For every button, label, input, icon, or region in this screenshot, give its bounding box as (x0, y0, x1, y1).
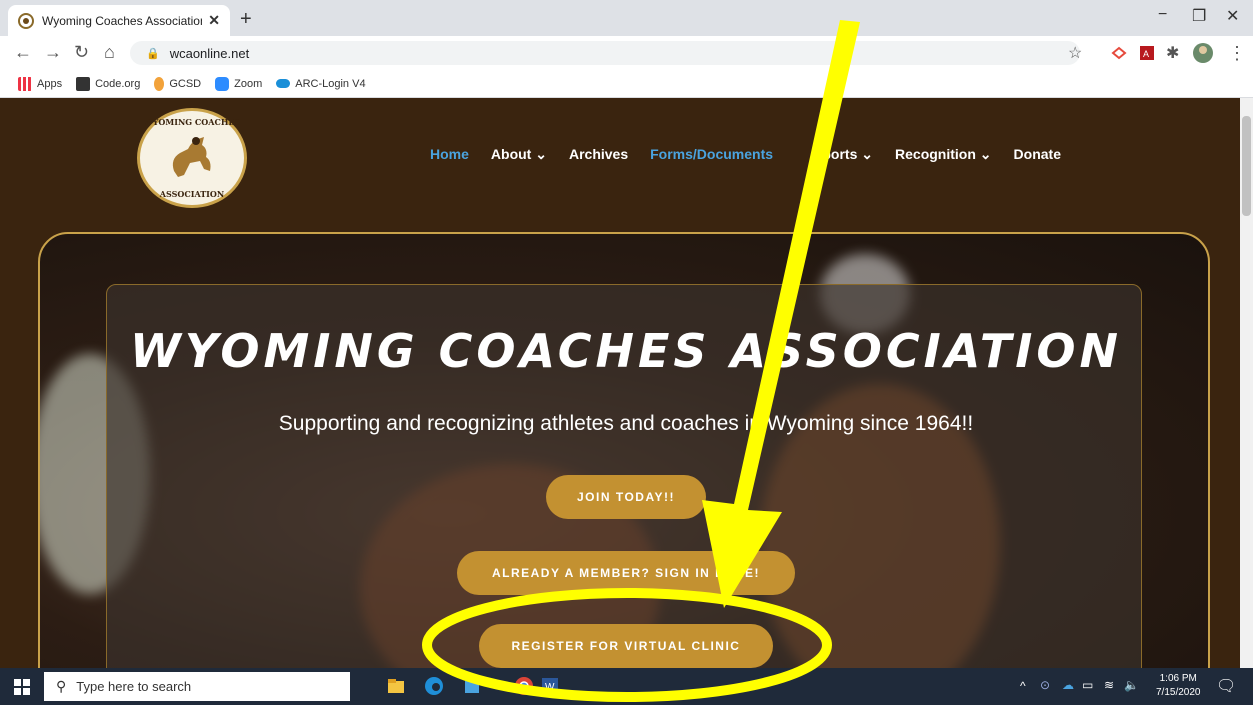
hero-title: WYOMING COACHES ASSOCIATION (129, 324, 1123, 378)
main-nav: Home About ⌄ Archives Forms/Documents Sp… (430, 146, 1083, 163)
menu-kebab-icon[interactable]: ⋮ (1228, 43, 1246, 64)
tray-clock[interactable]: 1:06 PM 7/15/2020 (1156, 672, 1201, 700)
site-favicon-icon (18, 12, 34, 29)
bookmark-zoom[interactable]: Zoom (215, 76, 262, 91)
scrollbar-thumb[interactable] (1242, 116, 1251, 216)
new-tab-button[interactable]: + (240, 8, 252, 31)
register-virtual-clinic-button[interactable]: REGISTER FOR VIRTUAL CLINIC (479, 624, 773, 668)
nav-donate[interactable]: Donate (1014, 146, 1061, 163)
extension-red-icon[interactable] (1110, 44, 1128, 62)
bookmark-code-org[interactable]: Code.org (76, 76, 140, 91)
tray-chevron-icon[interactable]: ^ (1020, 679, 1026, 693)
file-explorer-icon[interactable] (386, 676, 406, 696)
minimize-icon[interactable]: − (1158, 6, 1167, 24)
join-today-button[interactable]: JOIN TODAY!! (546, 475, 706, 519)
windows-start-icon[interactable] (14, 679, 30, 695)
svg-text:A: A (1143, 49, 1149, 59)
nav-sports[interactable]: Sports ⌄ (813, 146, 873, 163)
nav-about[interactable]: About ⌄ (491, 146, 547, 163)
nav-home[interactable]: Home (430, 146, 469, 163)
taskbar-search-box[interactable]: ⚲ Type here to search (44, 672, 350, 701)
wca-logo[interactable]: WYOMING COACHES ASSOCIATION (137, 108, 247, 208)
tray-date: 7/15/2020 (1156, 687, 1201, 698)
hero-banner: WYOMING COACHES ASSOCIATION Supporting a… (38, 232, 1210, 668)
bucking-horse-icon (172, 136, 211, 177)
hero-subtitle: Supporting and recognizing athletes and … (278, 412, 974, 435)
zoom-icon (215, 76, 230, 91)
svg-text:W: W (545, 682, 555, 693)
url-text: wcaonline.net (169, 45, 250, 61)
bookmarks-bar: Apps Code.org GCSD Zoom ARC-Login V4 (0, 70, 1253, 98)
page-scrollbar[interactable] (1240, 98, 1253, 668)
notifications-icon[interactable]: 🗨 (1216, 676, 1236, 696)
wifi-icon[interactable]: ≋ (1104, 678, 1114, 692)
onedrive-cloud-icon[interactable]: ☁ (1062, 678, 1074, 692)
store-icon[interactable] (462, 676, 482, 696)
extensions-puzzle-icon[interactable]: ✱ (1166, 43, 1179, 63)
restore-icon[interactable]: ❐ (1192, 6, 1206, 26)
home-icon[interactable]: ⌂ (104, 42, 115, 63)
forward-icon[interactable]: → (44, 42, 62, 63)
tray-network-status-icon[interactable]: ⊙ (1040, 678, 1050, 692)
apps-grid-icon (18, 76, 32, 91)
logo-text-top: WYOMING COACHES (143, 117, 241, 127)
tab-title: Wyoming Coaches Association | (42, 13, 203, 28)
taskbar-search-placeholder: Type here to search (76, 679, 192, 694)
word-icon[interactable]: W (540, 676, 560, 696)
lock-icon: 🔒 (146, 47, 160, 60)
close-tab-icon[interactable]: ✕ (208, 12, 220, 29)
nav-archives[interactable]: Archives (569, 146, 628, 163)
bookmark-arc-login[interactable]: ARC-Login V4 (276, 78, 366, 90)
screen: Wyoming Coaches Association | ✕ + − ❐ ✕ … (0, 0, 1253, 705)
star-bookmark-icon[interactable]: ☆ (1068, 43, 1082, 63)
nav-recognition[interactable]: Recognition ⌄ (895, 146, 992, 163)
code-org-icon (76, 76, 91, 91)
back-icon[interactable]: ← (14, 42, 32, 63)
browser-tab[interactable]: Wyoming Coaches Association | ✕ (8, 5, 230, 36)
gcsd-icon (154, 76, 165, 91)
bookmark-apps[interactable]: Apps (18, 76, 62, 91)
webpage: WYOMING COACHES ASSOCIATION Home About ⌄… (0, 98, 1240, 668)
close-window-icon[interactable]: ✕ (1226, 6, 1239, 26)
search-icon: ⚲ (56, 678, 67, 694)
bookmark-gcsd[interactable]: GCSD (154, 76, 201, 91)
windows-taskbar: ⚲ Type here to search W ^ ⊙ ☁ ▭ ≋ 🔈 1:06… (0, 668, 1253, 705)
browser-toolbar: ← → ↻ ⌂ 🔒 wcaonline.net ☆ A ✱ ⋮ (0, 36, 1253, 70)
tray-time: 1:06 PM (1159, 673, 1197, 684)
sign-in-button[interactable]: ALREADY A MEMBER? SIGN IN HERE! (457, 551, 795, 595)
volume-icon[interactable]: 🔈 (1124, 678, 1139, 692)
pdf-extension-icon[interactable]: A (1138, 44, 1156, 62)
cloud-icon (276, 79, 291, 88)
profile-avatar[interactable] (1192, 42, 1214, 64)
nav-forms-documents[interactable]: Forms/Documents (650, 146, 773, 163)
chrome-icon[interactable] (514, 676, 534, 696)
logo-text-bottom: ASSOCIATION (159, 189, 225, 199)
reload-icon[interactable]: ↻ (74, 42, 89, 63)
tab-strip: Wyoming Coaches Association | ✕ + − ❐ ✕ (0, 0, 1253, 36)
battery-icon[interactable]: ▭ (1082, 678, 1093, 692)
address-bar[interactable]: 🔒 wcaonline.net (130, 41, 1080, 65)
edge-browser-icon[interactable] (424, 676, 444, 696)
